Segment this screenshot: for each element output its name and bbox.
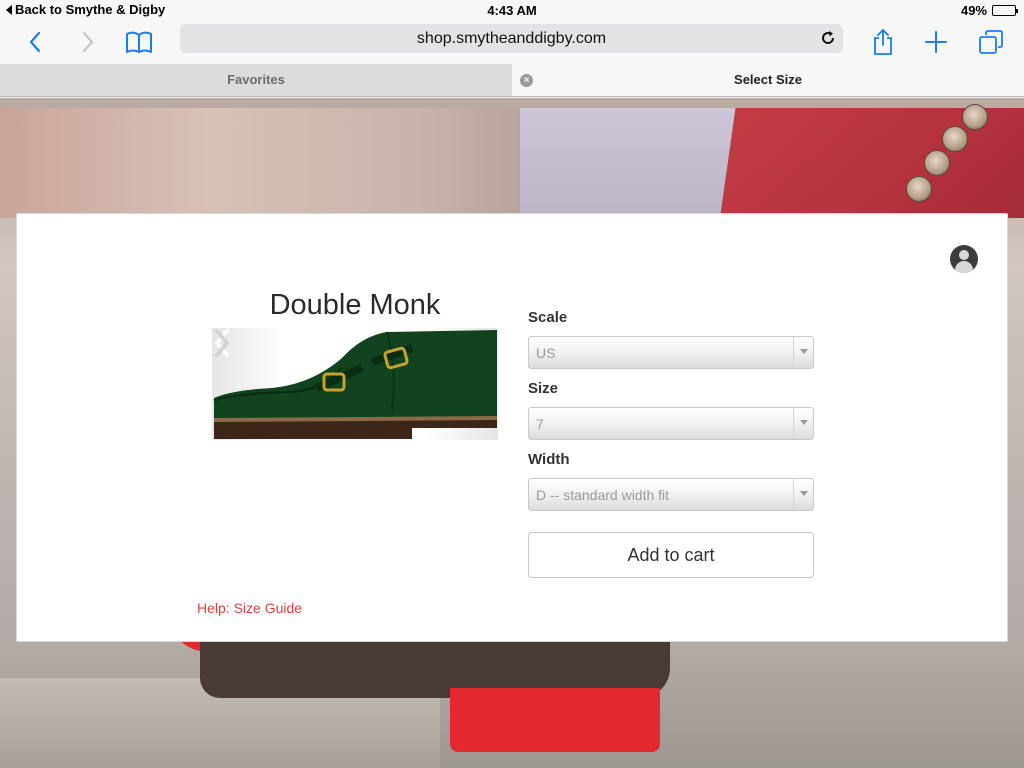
close-tab-icon[interactable]: × [520,74,533,87]
sleeve-button-decoration [906,176,932,202]
background-wall [0,108,520,218]
tabs-overview-button[interactable] [973,24,1009,60]
share-button[interactable] [865,24,901,60]
url-text: shop.smytheanddigby.com [416,30,607,47]
tab-select-size-label: Select Size [734,72,802,87]
sleeve-button-decoration [962,104,988,130]
scale-select-value: US [536,345,556,361]
status-time: 4:43 AM [487,3,537,18]
next-image-icon[interactable] [212,328,232,358]
user-avatar-icon[interactable] [950,245,978,273]
scale-select[interactable]: US [528,336,814,369]
chevron-right-icon [82,31,94,53]
width-select-value: D -- standard width fit [536,487,670,503]
reload-icon[interactable] [819,29,837,47]
browser-toolbar: shop.smytheanddigby.com [0,20,1024,64]
sleeve-button-decoration [942,126,968,152]
add-to-cart-button[interactable]: Add to cart [528,532,814,578]
sleeve-button-decoration [924,150,950,176]
chevron-down-icon [793,408,813,439]
scale-label: Scale [528,309,568,326]
status-bar: Back to Smythe & Digby 4:43 AM 49% [0,0,1024,20]
width-select[interactable]: D -- standard width fit [528,478,814,511]
tab-favorites[interactable]: Favorites [0,64,512,96]
tabs-icon [979,30,1003,54]
plus-icon [925,31,947,53]
product-image-carousel[interactable] [212,328,498,440]
chevron-down-icon [793,479,813,510]
width-label: Width [528,451,570,468]
tab-select-size[interactable]: × Select Size [512,64,1024,96]
book-icon [126,31,152,53]
product-title: Double Monk [269,289,441,321]
avatar-body [955,261,973,273]
green-monk-shoe-image [213,330,497,439]
share-icon [874,29,892,55]
battery-status: 49% [960,3,1018,18]
new-tab-button[interactable] [918,24,954,60]
chevron-left-icon [29,31,41,53]
tab-bar: Favorites × Select Size [0,64,1024,97]
bookmarks-button[interactable] [121,24,157,60]
size-selection-panel: Double Monk Scale US Size 7 Width D -- s… [16,213,1008,642]
background-red-heel [450,688,660,752]
size-label: Size [528,380,559,397]
address-bar[interactable]: shop.smytheanddigby.com [180,24,843,53]
battery-icon [992,5,1018,16]
size-guide-link[interactable]: Help: Size Guide [197,600,302,616]
battery-percent: 49% [960,3,987,18]
back-button[interactable] [17,24,53,60]
size-select-value: 7 [536,416,544,432]
avatar-head [959,250,969,260]
size-select[interactable]: 7 [528,407,814,440]
forward-button[interactable] [70,24,106,60]
chevron-down-icon [793,337,813,368]
